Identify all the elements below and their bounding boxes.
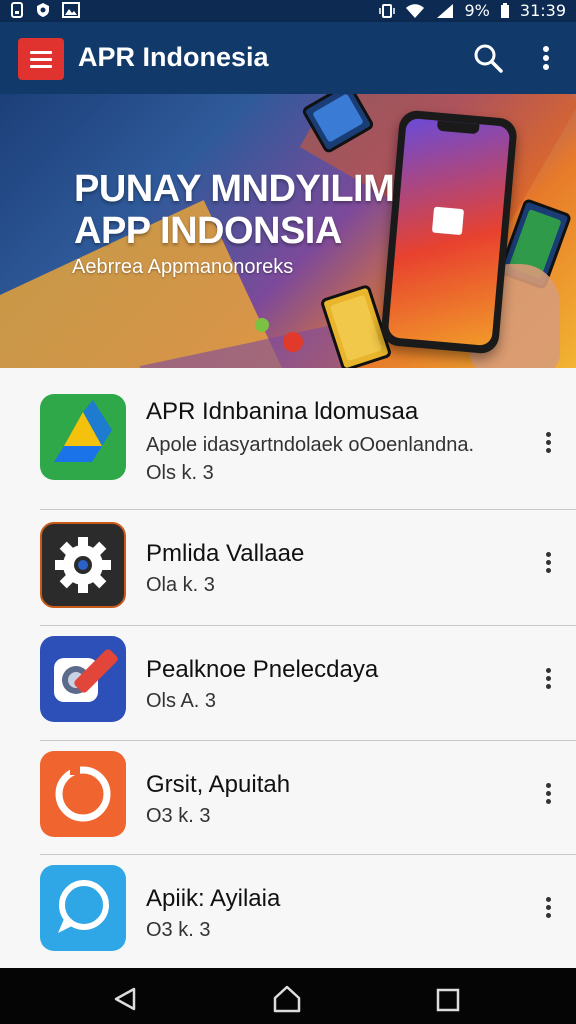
back-icon[interactable]: [112, 986, 138, 1012]
app-description: Apole idasyartndolaek oOoenlandna.: [146, 434, 475, 456]
shield-icon: [37, 3, 49, 17]
app-title: Pmlida Vallaae: [146, 540, 305, 567]
chat-bubble-icon: [40, 865, 126, 951]
more-vert-icon[interactable]: [538, 666, 558, 692]
menu-icon: [30, 51, 52, 54]
app-bar: APR Indonesia: [0, 22, 576, 94]
settings-gear-icon: [40, 522, 126, 608]
camera-lens-icon: [40, 636, 126, 722]
search-icon[interactable]: [470, 40, 506, 76]
app-logo-icon: [431, 206, 465, 236]
banner-title: PUNAY MNDYILIM APP INDONSIA: [74, 168, 395, 252]
app-rating: Ola k. 3: [146, 574, 215, 596]
vibrate-icon: [378, 3, 395, 18]
list-item[interactable]: Pmlida Vallaae Ola k. 3: [0, 510, 576, 624]
list-item[interactable]: Grsit, Apuitah O3 k. 3: [0, 741, 576, 855]
navigation-bar: [0, 968, 576, 1024]
app-rating: Ols k. 3: [146, 462, 214, 484]
recents-icon[interactable]: [436, 988, 460, 1012]
battery-percent: 9%: [464, 1, 490, 20]
promo-banner[interactable]: PUNAY MNDYILIM APP INDONSIA Aebrrea Appm…: [0, 94, 576, 368]
list-item[interactable]: APR Idnbanina ldomusaa Apole idasyartndo…: [0, 368, 576, 484]
app-title: Apiik: Ayilaia: [146, 885, 281, 912]
app-title: APR Idnbanina ldomusaa: [146, 398, 419, 425]
home-icon[interactable]: [272, 984, 302, 1014]
battery-icon: [500, 2, 509, 18]
more-vert-icon[interactable]: [532, 40, 560, 76]
app-rating: Ols A. 3: [146, 690, 217, 712]
image-icon: [62, 2, 80, 18]
phone-illustration: [379, 109, 519, 355]
clock: 31:39: [519, 1, 566, 20]
sim-icon: [11, 2, 23, 18]
list-item[interactable]: Pealknoe Pnelecdaya Ols A. 3: [0, 626, 576, 740]
app-rating: O3 k. 3: [146, 919, 211, 941]
wifi-icon: [405, 3, 424, 18]
app-list: APR Idnbanina ldomusaa Apole idasyartndo…: [0, 368, 576, 968]
app-rating: O3 k. 3: [146, 805, 211, 827]
signal-icon: [436, 3, 453, 18]
list-item[interactable]: Apiik: Ayilaia O3 k. 3: [0, 855, 576, 969]
app-title: Pealknoe Pnelecdaya: [146, 656, 379, 683]
status-bar: 9% 31:39: [0, 0, 576, 22]
menu-button[interactable]: [18, 38, 64, 80]
app-title: APR Indonesia: [78, 42, 269, 72]
app-title: Grsit, Apuitah: [146, 771, 291, 798]
banner-subtitle: Aebrrea Appmanonoreks: [72, 256, 294, 278]
more-vert-icon[interactable]: [538, 550, 558, 576]
more-vert-icon[interactable]: [538, 430, 558, 456]
drive-icon: [40, 394, 126, 480]
circle-icon: [40, 751, 126, 837]
more-vert-icon[interactable]: [538, 781, 558, 807]
more-vert-icon[interactable]: [538, 895, 558, 921]
